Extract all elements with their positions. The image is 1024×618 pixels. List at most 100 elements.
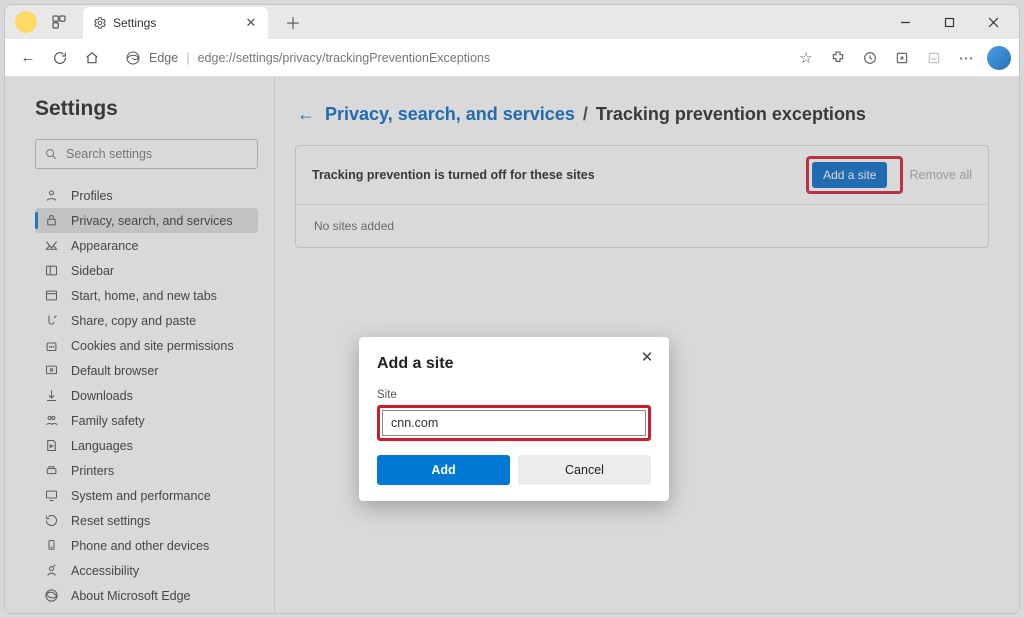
address-source: Edge: [149, 51, 178, 65]
profile-avatar[interactable]: [15, 11, 37, 33]
sidebar-item[interactable]: Sidebar: [35, 258, 258, 283]
add-site-button[interactable]: Add a site: [812, 162, 887, 188]
dialog-field-label: Site: [377, 389, 651, 401]
new-tab-button[interactable]: ＋: [280, 9, 306, 35]
sidebar-item-label: Privacy, search, and services: [71, 214, 233, 228]
sidebar-item-label: Phone and other devices: [71, 539, 209, 553]
sidebar-item-label: Printers: [71, 464, 114, 478]
refresh-button[interactable]: [45, 43, 75, 73]
sidebar-item-label: Languages: [71, 439, 133, 453]
nav-icon: [43, 488, 59, 504]
site-input[interactable]: [382, 410, 646, 436]
browser-toolbar: ← Edge | edge://settings/privacy/trackin…: [5, 39, 1019, 77]
sidebar-item[interactable]: System and performance: [35, 483, 258, 508]
sidebar-item-label: Start, home, and new tabs: [71, 289, 217, 303]
edge-icon: [125, 50, 141, 66]
nav-icon: [43, 538, 59, 554]
sidebar-item[interactable]: Accessibility: [35, 558, 258, 583]
panel-title: Tracking prevention is turned off for th…: [312, 168, 806, 182]
sidebar-item[interactable]: Reset settings: [35, 508, 258, 533]
sidebar-item[interactable]: Family safety: [35, 408, 258, 433]
sidebar-item-label: Accessibility: [71, 564, 139, 578]
close-window-button[interactable]: [971, 5, 1015, 39]
address-separator: |: [186, 50, 189, 65]
address-bar[interactable]: Edge | edge://settings/privacy/trackingP…: [115, 43, 783, 73]
nav-icon: [43, 588, 59, 604]
sidebar-item[interactable]: Privacy, search, and services: [35, 208, 258, 233]
sidebar-item[interactable]: Languages: [35, 433, 258, 458]
share-icon[interactable]: [919, 43, 949, 73]
dialog-cancel-button[interactable]: Cancel: [518, 455, 651, 485]
sidebar-item-label: Share, copy and paste: [71, 314, 196, 328]
nav-icon: [43, 313, 59, 329]
exceptions-panel: Tracking prevention is turned off for th…: [295, 145, 989, 248]
nav-icon: [43, 263, 59, 279]
breadcrumb: ← Privacy, search, and services / Tracki…: [295, 103, 989, 125]
sidebar-item-label: Cookies and site permissions: [71, 339, 234, 353]
sidebar-item-label: Default browser: [71, 364, 159, 378]
sidebar-item[interactable]: Appearance: [35, 233, 258, 258]
site-input-highlight: [377, 405, 651, 441]
settings-search[interactable]: [35, 139, 258, 169]
nav-icon: [43, 463, 59, 479]
extensions-icon[interactable]: [823, 43, 853, 73]
close-tab-icon[interactable]: ✕: [244, 16, 258, 30]
sidebar-item-label: Downloads: [71, 389, 133, 403]
sidebar-item[interactable]: Profiles: [35, 183, 258, 208]
sidebar-item[interactable]: Downloads: [35, 383, 258, 408]
nav-icon: [43, 363, 59, 379]
nav-icon: [43, 338, 59, 354]
dialog-close-icon[interactable]: ✕: [635, 345, 659, 369]
sidebar-item[interactable]: Share, copy and paste: [35, 308, 258, 333]
nav-icon: [43, 413, 59, 429]
dialog-add-button[interactable]: Add: [377, 455, 510, 485]
sidebar-item[interactable]: Default browser: [35, 358, 258, 383]
sidebar-item-label: Family safety: [71, 414, 145, 428]
gear-icon: [93, 16, 107, 30]
nav-icon: [43, 563, 59, 579]
settings-search-input[interactable]: [66, 147, 249, 161]
workspaces-icon[interactable]: [49, 12, 69, 32]
sidebar-item-label: Reset settings: [71, 514, 150, 528]
maximize-button[interactable]: [927, 5, 971, 39]
sidebar-item[interactable]: Start, home, and new tabs: [35, 283, 258, 308]
panel-empty-text: No sites added: [296, 205, 988, 247]
breadcrumb-back-icon[interactable]: ←: [295, 103, 317, 125]
sidebar-item-label: About Microsoft Edge: [71, 589, 191, 603]
add-site-highlight: Add a site: [806, 156, 903, 194]
remove-all-button: Remove all: [909, 168, 972, 182]
nav-icon: [43, 188, 59, 204]
nav-icon: [43, 288, 59, 304]
address-url: edge://settings/privacy/trackingPreventi…: [198, 51, 491, 65]
nav-icon: [43, 213, 59, 229]
history-icon[interactable]: [855, 43, 885, 73]
sidebar-item-label: Sidebar: [71, 264, 114, 278]
minimize-button[interactable]: [883, 5, 927, 39]
home-button[interactable]: [77, 43, 107, 73]
sidebar-item-label: System and performance: [71, 489, 211, 503]
tab-title: Settings: [113, 16, 238, 30]
sidebar-item[interactable]: Phone and other devices: [35, 533, 258, 558]
sidebar-item-label: Appearance: [71, 239, 138, 253]
sidebar-item[interactable]: Printers: [35, 458, 258, 483]
sidebar-item[interactable]: Cookies and site permissions: [35, 333, 258, 358]
more-icon[interactable]: ⋯: [951, 43, 981, 73]
nav-icon: [43, 513, 59, 529]
window-titlebar: Settings ✕ ＋: [5, 5, 1019, 39]
copilot-icon[interactable]: [987, 46, 1011, 70]
back-button[interactable]: ←: [13, 43, 43, 73]
dialog-title: Add a site: [377, 355, 651, 373]
browser-tab[interactable]: Settings ✕: [83, 7, 268, 39]
collections-icon[interactable]: [887, 43, 917, 73]
search-icon: [44, 147, 58, 161]
settings-heading: Settings: [35, 97, 258, 121]
sidebar-item-label: Profiles: [71, 189, 113, 203]
sidebar-item[interactable]: About Microsoft Edge: [35, 583, 258, 608]
add-site-dialog: ✕ Add a site Site Add Cancel: [359, 337, 669, 501]
nav-icon: [43, 388, 59, 404]
breadcrumb-link[interactable]: Privacy, search, and services: [325, 104, 575, 125]
settings-sidebar: Settings Profiles Privacy, search, and se…: [5, 77, 275, 613]
nav-icon: [43, 438, 59, 454]
breadcrumb-current: Tracking prevention exceptions: [596, 104, 866, 125]
favorite-icon[interactable]: ☆: [791, 43, 821, 73]
